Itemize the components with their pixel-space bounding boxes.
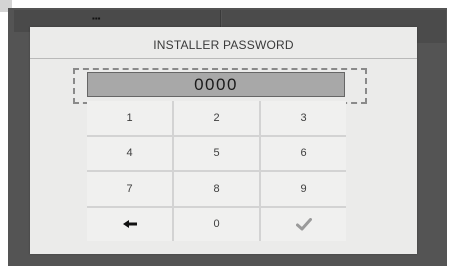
key-8[interactable]: 8 — [174, 172, 259, 206]
key-5[interactable]: 5 — [174, 136, 259, 170]
key-7[interactable]: 7 — [87, 172, 172, 206]
key-6[interactable]: 6 — [261, 136, 346, 170]
numeric-keypad: 1 2 3 4 5 6 7 8 9 0 — [87, 101, 346, 241]
left-arrow-icon — [122, 220, 137, 229]
checkmark-icon — [295, 217, 312, 231]
backspace-button[interactable] — [87, 207, 172, 241]
confirm-button[interactable] — [261, 207, 346, 241]
key-4[interactable]: 4 — [87, 136, 172, 170]
title-divider — [30, 58, 417, 59]
dialog-title: INSTALLER PASSWORD — [153, 38, 294, 52]
key-9[interactable]: 9 — [261, 172, 346, 206]
key-2[interactable]: 2 — [174, 101, 259, 135]
key-3[interactable]: 3 — [261, 101, 346, 135]
app-frame: ▪▪▪ INSTALLER PASSWORD 0000 1 2 3 4 5 6 … — [0, 0, 449, 268]
password-field[interactable]: 0000 — [87, 72, 345, 97]
grid-icon: ▪▪▪ — [92, 14, 101, 23]
key-1[interactable]: 1 — [87, 101, 172, 135]
installer-password-dialog: INSTALLER PASSWORD 0000 1 2 3 4 5 6 7 8 … — [30, 27, 417, 254]
key-0[interactable]: 0 — [174, 207, 259, 241]
